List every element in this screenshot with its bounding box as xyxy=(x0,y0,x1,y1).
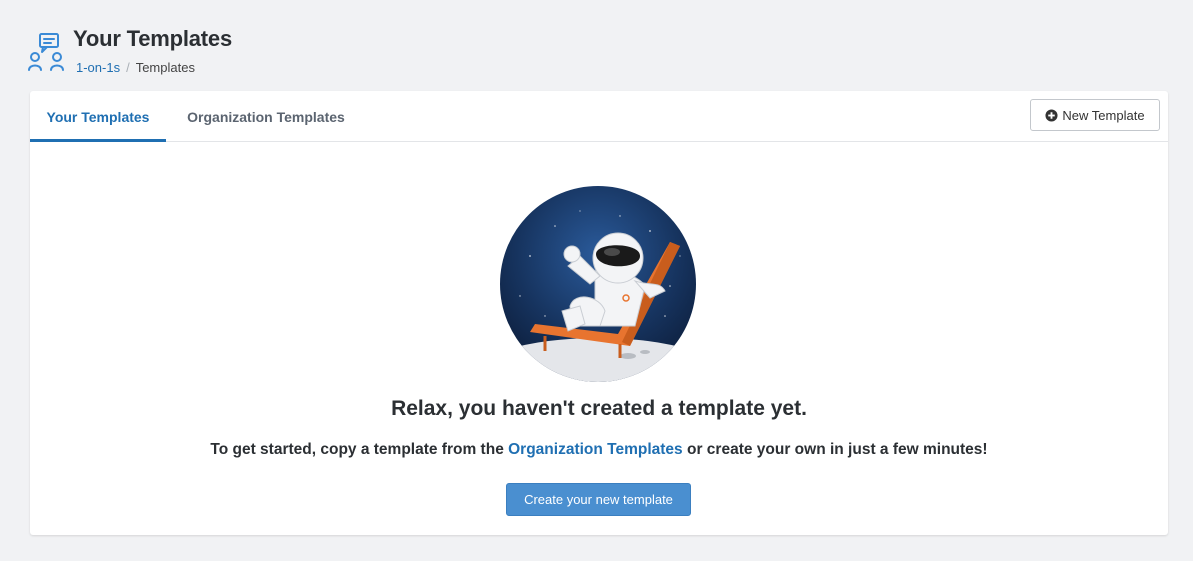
one-on-one-icon xyxy=(28,33,64,71)
breadcrumb-separator: / xyxy=(126,60,130,75)
page-title: Your Templates xyxy=(73,26,232,51)
breadcrumb-link-1-on-1s[interactable]: 1-on-1s xyxy=(76,60,120,75)
breadcrumb: 1-on-1s / Templates xyxy=(76,60,195,75)
empty-state-text-after: or create your own in just a few minutes… xyxy=(687,441,988,458)
tab-organization-templates[interactable]: Organization Templates xyxy=(181,91,351,141)
empty-state-text: To get started, copy a template from the… xyxy=(30,441,1168,459)
organization-templates-link[interactable]: Organization Templates xyxy=(508,441,683,458)
tab-your-templates[interactable]: Your Templates xyxy=(30,91,166,142)
new-template-label: New Template xyxy=(1062,107,1145,123)
plus-circle-icon xyxy=(1045,108,1058,122)
new-template-button[interactable]: New Template xyxy=(1030,99,1160,131)
create-template-button[interactable]: Create your new template xyxy=(506,483,691,516)
empty-state-text-before: To get started, copy a template from the xyxy=(210,441,504,458)
templates-card: Your Templates Organization Templates Ne… xyxy=(30,91,1168,535)
tab-bar: Your Templates Organization Templates Ne… xyxy=(30,91,1168,142)
astronaut-relaxing-icon xyxy=(500,186,696,382)
page-header: Your Templates 1-on-1s / Templates xyxy=(27,26,427,82)
breadcrumb-current: Templates xyxy=(135,60,195,75)
empty-state-title: Relax, you haven't created a template ye… xyxy=(391,397,807,420)
